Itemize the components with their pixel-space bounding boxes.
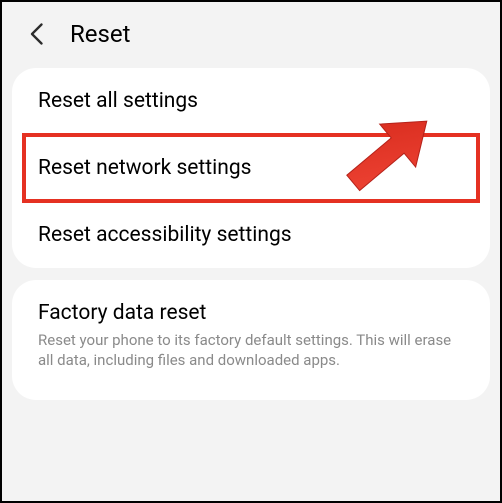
header: Reset [2,2,500,62]
factory-data-reset[interactable]: Factory data reset Reset your phone to i… [12,280,490,392]
list-item-subtitle: Reset your phone to its factory default … [38,330,464,371]
list-item-label: Reset accessibility settings [38,223,464,247]
factory-reset-card: Factory data reset Reset your phone to i… [12,280,490,400]
reset-network-settings[interactable]: Reset network settings [12,135,490,201]
reset-all-settings[interactable]: Reset all settings [12,68,490,134]
reset-options-card: Reset all settings Reset network setting… [12,68,490,268]
back-icon[interactable] [22,20,50,48]
list-item-label: Factory data reset [38,301,464,325]
list-item-label: Reset all settings [38,89,464,113]
reset-accessibility-settings[interactable]: Reset accessibility settings [12,202,490,268]
page-title: Reset [70,20,130,48]
list-item-label: Reset network settings [38,156,464,180]
